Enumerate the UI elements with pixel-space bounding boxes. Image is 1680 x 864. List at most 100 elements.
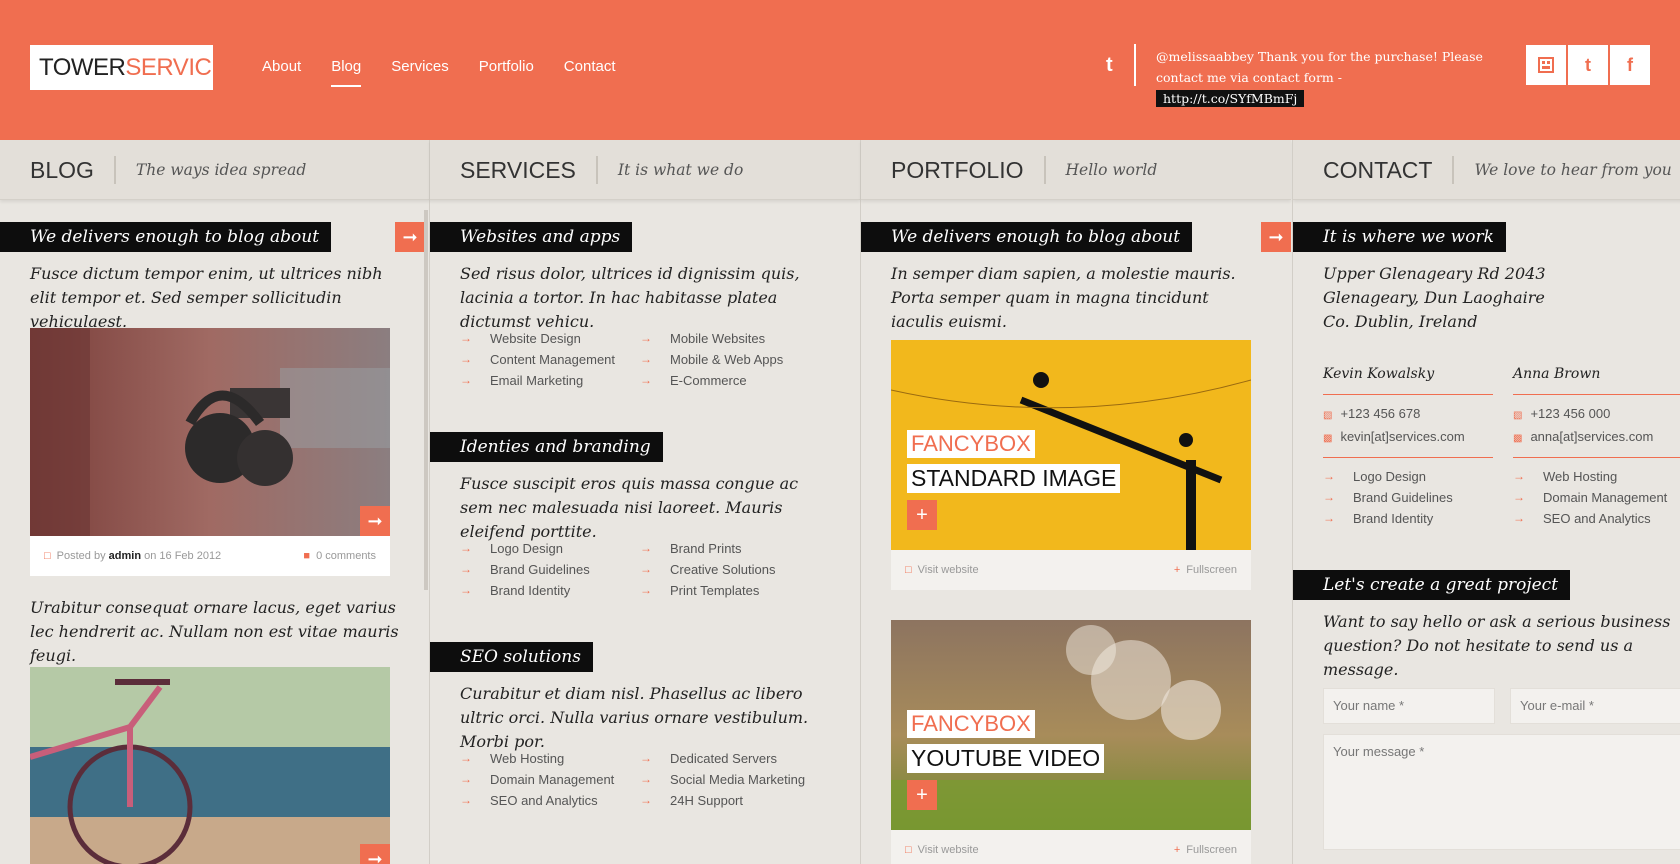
blog-post1-image[interactable]: ➞ xyxy=(30,328,390,536)
list-item[interactable]: Domain Management xyxy=(460,769,614,790)
blog-post1-arrow-icon[interactable]: ➞ xyxy=(360,506,390,536)
portfolio-item-2-caption-2: YOUTUBE VIDEO xyxy=(907,744,1105,773)
post-icon: □ xyxy=(44,550,51,562)
nav-blog[interactable]: Blog xyxy=(331,58,362,87)
portfolio-item-2-caption-1: FANCYBOX xyxy=(907,710,1035,738)
contact-header: CONTACT We love to hear from you xyxy=(1293,140,1680,200)
nav-contact[interactable]: Contact xyxy=(564,58,616,87)
list-item[interactable]: Print Templates xyxy=(640,580,776,601)
tweet-text: @melissaabbey Thank you for the purchase… xyxy=(1156,49,1483,85)
portfolio-item-2-bar: □ Visit website + Fullscreen xyxy=(891,830,1251,864)
form-intro: Want to say hello or ask a serious busin… xyxy=(1323,612,1671,679)
phone-icon: ▧ xyxy=(1323,410,1333,421)
list-item[interactable]: SEO and Analytics xyxy=(1513,508,1680,529)
portfolio-item-2-image[interactable]: FANCYBOX YOUTUBE VIDEO + xyxy=(891,620,1251,830)
list-item[interactable]: E-Commerce xyxy=(640,370,783,391)
services-intro-3: Curabitur et diam nisl. Phasellus ac lib… xyxy=(460,684,809,751)
list-item[interactable]: Web Hosting xyxy=(1513,466,1680,487)
list-item[interactable]: Brand Guidelines xyxy=(460,559,590,580)
list-item[interactable]: Brand Identity xyxy=(1323,508,1493,529)
post-author[interactable]: admin xyxy=(109,550,141,562)
list-item[interactable]: Content Management xyxy=(460,349,615,370)
twitter-icon[interactable]: t xyxy=(1568,45,1608,85)
portfolio-tagline: Hello world xyxy=(1065,160,1158,179)
person-info: ▧ +123 456 000 ▩ anna[at]services.com xyxy=(1513,395,1680,458)
header: TOWERSERVICES About Blog Services Portfo… xyxy=(0,0,1680,140)
services-header: SERVICES It is what we do xyxy=(430,140,860,200)
services-label-1: Websites and apps xyxy=(430,222,633,252)
services-column: SERVICES It is what we do Websites and a… xyxy=(430,140,860,864)
form-label: Let's create a great project xyxy=(1293,570,1571,600)
visit-label: Visit website xyxy=(917,564,979,576)
logo[interactable]: TOWERSERVICES xyxy=(30,45,243,90)
person-phone: +123 456 678 xyxy=(1340,406,1421,421)
scrollbar[interactable] xyxy=(424,210,428,590)
services-intro-1: Sed risus dolor, ultrices id dignissim q… xyxy=(460,264,800,331)
nav-portfolio[interactable]: Portfolio xyxy=(479,58,534,87)
plus-icon: + xyxy=(1173,844,1181,856)
list-item[interactable]: Email Marketing xyxy=(460,370,615,391)
list-item[interactable]: Mobile Websites xyxy=(640,328,783,349)
address-line: Upper Glenageary Rd 2043 xyxy=(1323,264,1546,283)
list-item[interactable]: Web Hosting xyxy=(460,748,614,769)
portfolio-title: PORTFOLIO xyxy=(891,155,1046,184)
address-line: Co. Dublin, Ireland xyxy=(1323,312,1478,331)
visit-website-link[interactable]: □ Visit website xyxy=(905,844,979,856)
list-item[interactable]: Brand Guidelines xyxy=(1323,487,1493,508)
portfolio-column: PORTFOLIO Hello world We delivers enough… xyxy=(861,140,1291,864)
services-list-1b: Mobile Websites Mobile & Web Apps E-Comm… xyxy=(640,328,783,391)
tweet-link[interactable]: http://t.co/SYfMBmFj xyxy=(1156,90,1305,107)
tweet: @melissaabbey Thank you for the purchase… xyxy=(1156,46,1486,109)
name-field[interactable]: Your name * xyxy=(1323,688,1495,724)
portfolio-next-arrow-icon[interactable]: ➞ xyxy=(1261,222,1291,252)
visit-website-link[interactable]: □ Visit website xyxy=(905,564,979,576)
twitter-feed-icon: t xyxy=(1106,54,1113,76)
blog-post2-intro: Urabitur consequat ornare lacus, eget va… xyxy=(30,598,399,665)
list-item[interactable]: Logo Design xyxy=(460,538,590,559)
list-item[interactable]: Mobile & Web Apps xyxy=(640,349,783,370)
message-field[interactable]: Your message * xyxy=(1323,734,1680,850)
comment-icon: ■ xyxy=(303,550,311,562)
portfolio-item-1-image[interactable]: FANCYBOX STANDARD IMAGE + xyxy=(891,340,1251,550)
contact-tagline: We love to hear from you xyxy=(1474,160,1672,179)
contact-title: CONTACT xyxy=(1323,155,1455,184)
list-item[interactable]: Social Media Marketing xyxy=(640,769,805,790)
blog-title: BLOG xyxy=(30,155,116,184)
comments-link[interactable]: ■ 0 comments xyxy=(303,536,376,576)
portfolio-label: We delivers enough to blog about xyxy=(861,222,1193,252)
portfolio-item-1-caption-1: FANCYBOX xyxy=(907,430,1035,458)
blog-post2-arrow-icon[interactable]: ➞ xyxy=(360,844,390,864)
blog-post2-image[interactable]: ➞ xyxy=(30,667,390,864)
services-list-2b: Brand Prints Creative Solutions Print Te… xyxy=(640,538,776,601)
contact-column: CONTACT We love to hear from you It is w… xyxy=(1293,140,1680,864)
plus-icon[interactable]: + xyxy=(907,500,937,530)
fullscreen-link[interactable]: + Fullscreen xyxy=(1174,550,1237,590)
list-item[interactable]: Website Design xyxy=(460,328,615,349)
list-item[interactable]: Creative Solutions xyxy=(640,559,776,580)
list-item[interactable]: Logo Design xyxy=(1323,466,1493,487)
list-item[interactable]: SEO and Analytics xyxy=(460,790,614,811)
list-item[interactable]: Dedicated Servers xyxy=(640,748,805,769)
person-email[interactable]: anna[at]services.com xyxy=(1530,429,1653,444)
services-list-1a: Website Design Content Management Email … xyxy=(460,328,615,391)
comments-count: 0 comments xyxy=(316,550,376,562)
list-item[interactable]: Domain Management xyxy=(1513,487,1680,508)
services-list-3b: Dedicated Servers Social Media Marketing… xyxy=(640,748,805,811)
list-item[interactable]: 24H Support xyxy=(640,790,805,811)
services-label-3: SEO solutions xyxy=(430,642,593,672)
person-name: Anna Brown xyxy=(1513,366,1680,395)
nav-about[interactable]: About xyxy=(262,58,301,87)
rss-icon[interactable] xyxy=(1526,45,1566,85)
logo-text-a: TOWER xyxy=(39,54,126,81)
list-item[interactable]: Brand Prints xyxy=(640,538,776,559)
blog-next-arrow-icon[interactable]: ➞ xyxy=(395,222,425,252)
portfolio-intro: In semper diam sapien, a molestie mauris… xyxy=(891,264,1236,331)
email-field[interactable]: Your e-mail * xyxy=(1510,688,1680,724)
fullscreen-link[interactable]: + Fullscreen xyxy=(1174,830,1237,864)
person-name: Kevin Kowalsky xyxy=(1323,366,1493,395)
facebook-icon[interactable]: f xyxy=(1610,45,1650,85)
person-email[interactable]: kevin[at]services.com xyxy=(1340,429,1464,444)
list-item[interactable]: Brand Identity xyxy=(460,580,590,601)
plus-icon[interactable]: + xyxy=(907,780,937,810)
nav-services[interactable]: Services xyxy=(391,58,449,87)
